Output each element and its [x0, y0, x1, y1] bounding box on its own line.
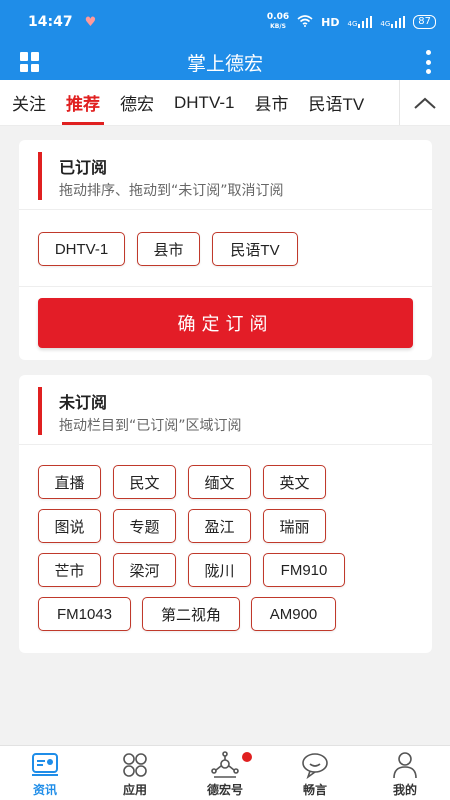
wifi-icon — [297, 14, 313, 30]
apps-icon — [120, 751, 150, 779]
network-icon — [210, 751, 240, 779]
channel-chip[interactable]: 县市 — [137, 232, 200, 266]
heart-icon: ♥ — [84, 14, 97, 30]
nav-item-4[interactable]: 我的 — [360, 746, 450, 800]
status-icons: 0.06 KB/S HD 4G 4G 87 — [267, 13, 436, 31]
channel-chip[interactable]: 梁河 — [113, 553, 176, 587]
channel-chip[interactable]: FM1043 — [38, 597, 131, 631]
chevron-up-icon — [414, 97, 436, 109]
channel-chip[interactable]: AM900 — [251, 597, 336, 631]
tab-item[interactable]: 县市 — [244, 80, 298, 125]
unsubscribed-title: 未订阅 — [59, 393, 108, 412]
unsubscribed-header: 未订阅 拖动栏目到“已订阅”区域订阅 — [19, 375, 432, 445]
nav-item-3[interactable]: 畅言 — [270, 746, 360, 800]
more-options-icon[interactable] — [424, 50, 432, 74]
tab-item[interactable]: 民语TV — [298, 80, 374, 125]
chat-icon — [300, 751, 330, 779]
net-speed-value: 0.06 — [266, 12, 290, 22]
channel-chip[interactable]: 瑞丽 — [263, 509, 326, 543]
nav-label: 德宏号 — [206, 783, 243, 797]
tabs-scroll: 关注 推荐 德宏 DHTV-1 县市 民语TV — [0, 80, 400, 125]
signal-label-1: 4G — [347, 20, 358, 28]
channel-chip[interactable]: 芒市 — [38, 553, 101, 587]
collapse-tabs-button[interactable] — [400, 80, 450, 125]
section-accent-bar — [38, 387, 42, 435]
subscribed-hint: 拖动排序、拖动到“未订阅”取消订阅 — [59, 183, 284, 199]
bottom-nav: 资讯 应用 德宏号 畅言 我的 — [0, 745, 450, 800]
confirm-subscribe-button[interactable]: 确定订阅 — [38, 298, 413, 348]
nav-label: 畅言 — [302, 783, 327, 797]
profile-icon — [390, 751, 420, 779]
hd-label: HD — [321, 15, 340, 29]
signal-label-2: 4G — [380, 20, 391, 28]
channel-chip[interactable]: 专题 — [113, 509, 176, 543]
status-time: 14:47 — [28, 14, 73, 30]
tab-item[interactable]: 德宏 — [110, 80, 164, 125]
tab-item[interactable]: DHTV-1 — [164, 80, 244, 125]
nav-label: 资讯 — [32, 783, 57, 797]
divider — [19, 286, 432, 287]
channel-chip[interactable]: 盈江 — [188, 509, 251, 543]
channel-chip[interactable]: 民文 — [113, 465, 176, 499]
channel-chip[interactable]: FM910 — [263, 553, 345, 587]
subscribed-title: 已订阅 — [59, 158, 108, 177]
channel-chip[interactable]: DHTV-1 — [38, 232, 125, 266]
nav-label: 我的 — [392, 783, 417, 797]
tab-item[interactable]: 关注 — [0, 80, 56, 125]
channel-chip[interactable]: 缅文 — [188, 465, 251, 499]
notification-badge — [241, 752, 252, 762]
unsubscribed-section: 未订阅 拖动栏目到“已订阅”区域订阅 直播 民文 缅文 英文图说 专题 盈江 瑞丽芒市 梁河陇… — [19, 375, 432, 653]
page-title: 掌上德宏 — [186, 52, 263, 75]
channel-chip[interactable]: 图说 — [38, 509, 101, 543]
channel-chip[interactable]: 第二视角 — [142, 597, 240, 631]
channel-tabs: 关注 推荐 德宏 DHTV-1 县市 民语TV — [0, 80, 450, 126]
signal-icon-1: 4G — [347, 16, 373, 28]
channel-chip[interactable]: 陇川 — [188, 553, 251, 587]
app-header: 掌上德宏 — [0, 44, 450, 80]
nav-label: 应用 — [122, 783, 147, 797]
battery-level: 87 — [418, 16, 431, 27]
channel-chip[interactable]: 民语TV — [212, 232, 298, 266]
channel-chip[interactable]: 英文 — [263, 465, 326, 499]
net-speed-unit: KB/S — [270, 23, 286, 30]
nav-item-0[interactable]: 资讯 — [0, 746, 90, 800]
nav-item-1[interactable]: 应用 — [90, 746, 180, 800]
unsubscribed-hint: 拖动栏目到“已订阅”区域订阅 — [59, 418, 242, 434]
nav-item-2[interactable]: 德宏号 — [180, 746, 270, 800]
news-icon — [30, 751, 60, 779]
signal-icon-2: 4G — [380, 16, 406, 28]
tab-item[interactable]: 推荐 — [56, 80, 110, 125]
network-speed: 0.06 KB/S — [267, 13, 289, 31]
battery-icon: 87 — [413, 15, 436, 29]
subscribed-header: 已订阅 拖动排序、拖动到“未订阅”取消订阅 — [19, 140, 432, 210]
channel-chip[interactable]: 直播 — [38, 465, 101, 499]
grid-menu-icon[interactable] — [20, 52, 40, 72]
status-bar: 14:47 ♥ 0.06 KB/S HD 4G 4G 87 — [0, 0, 450, 44]
subscribed-section: 已订阅 拖动排序、拖动到“未订阅”取消订阅 DHTV-1 县市 民语TV 确定订阅 — [19, 140, 432, 360]
section-accent-bar — [38, 152, 42, 200]
